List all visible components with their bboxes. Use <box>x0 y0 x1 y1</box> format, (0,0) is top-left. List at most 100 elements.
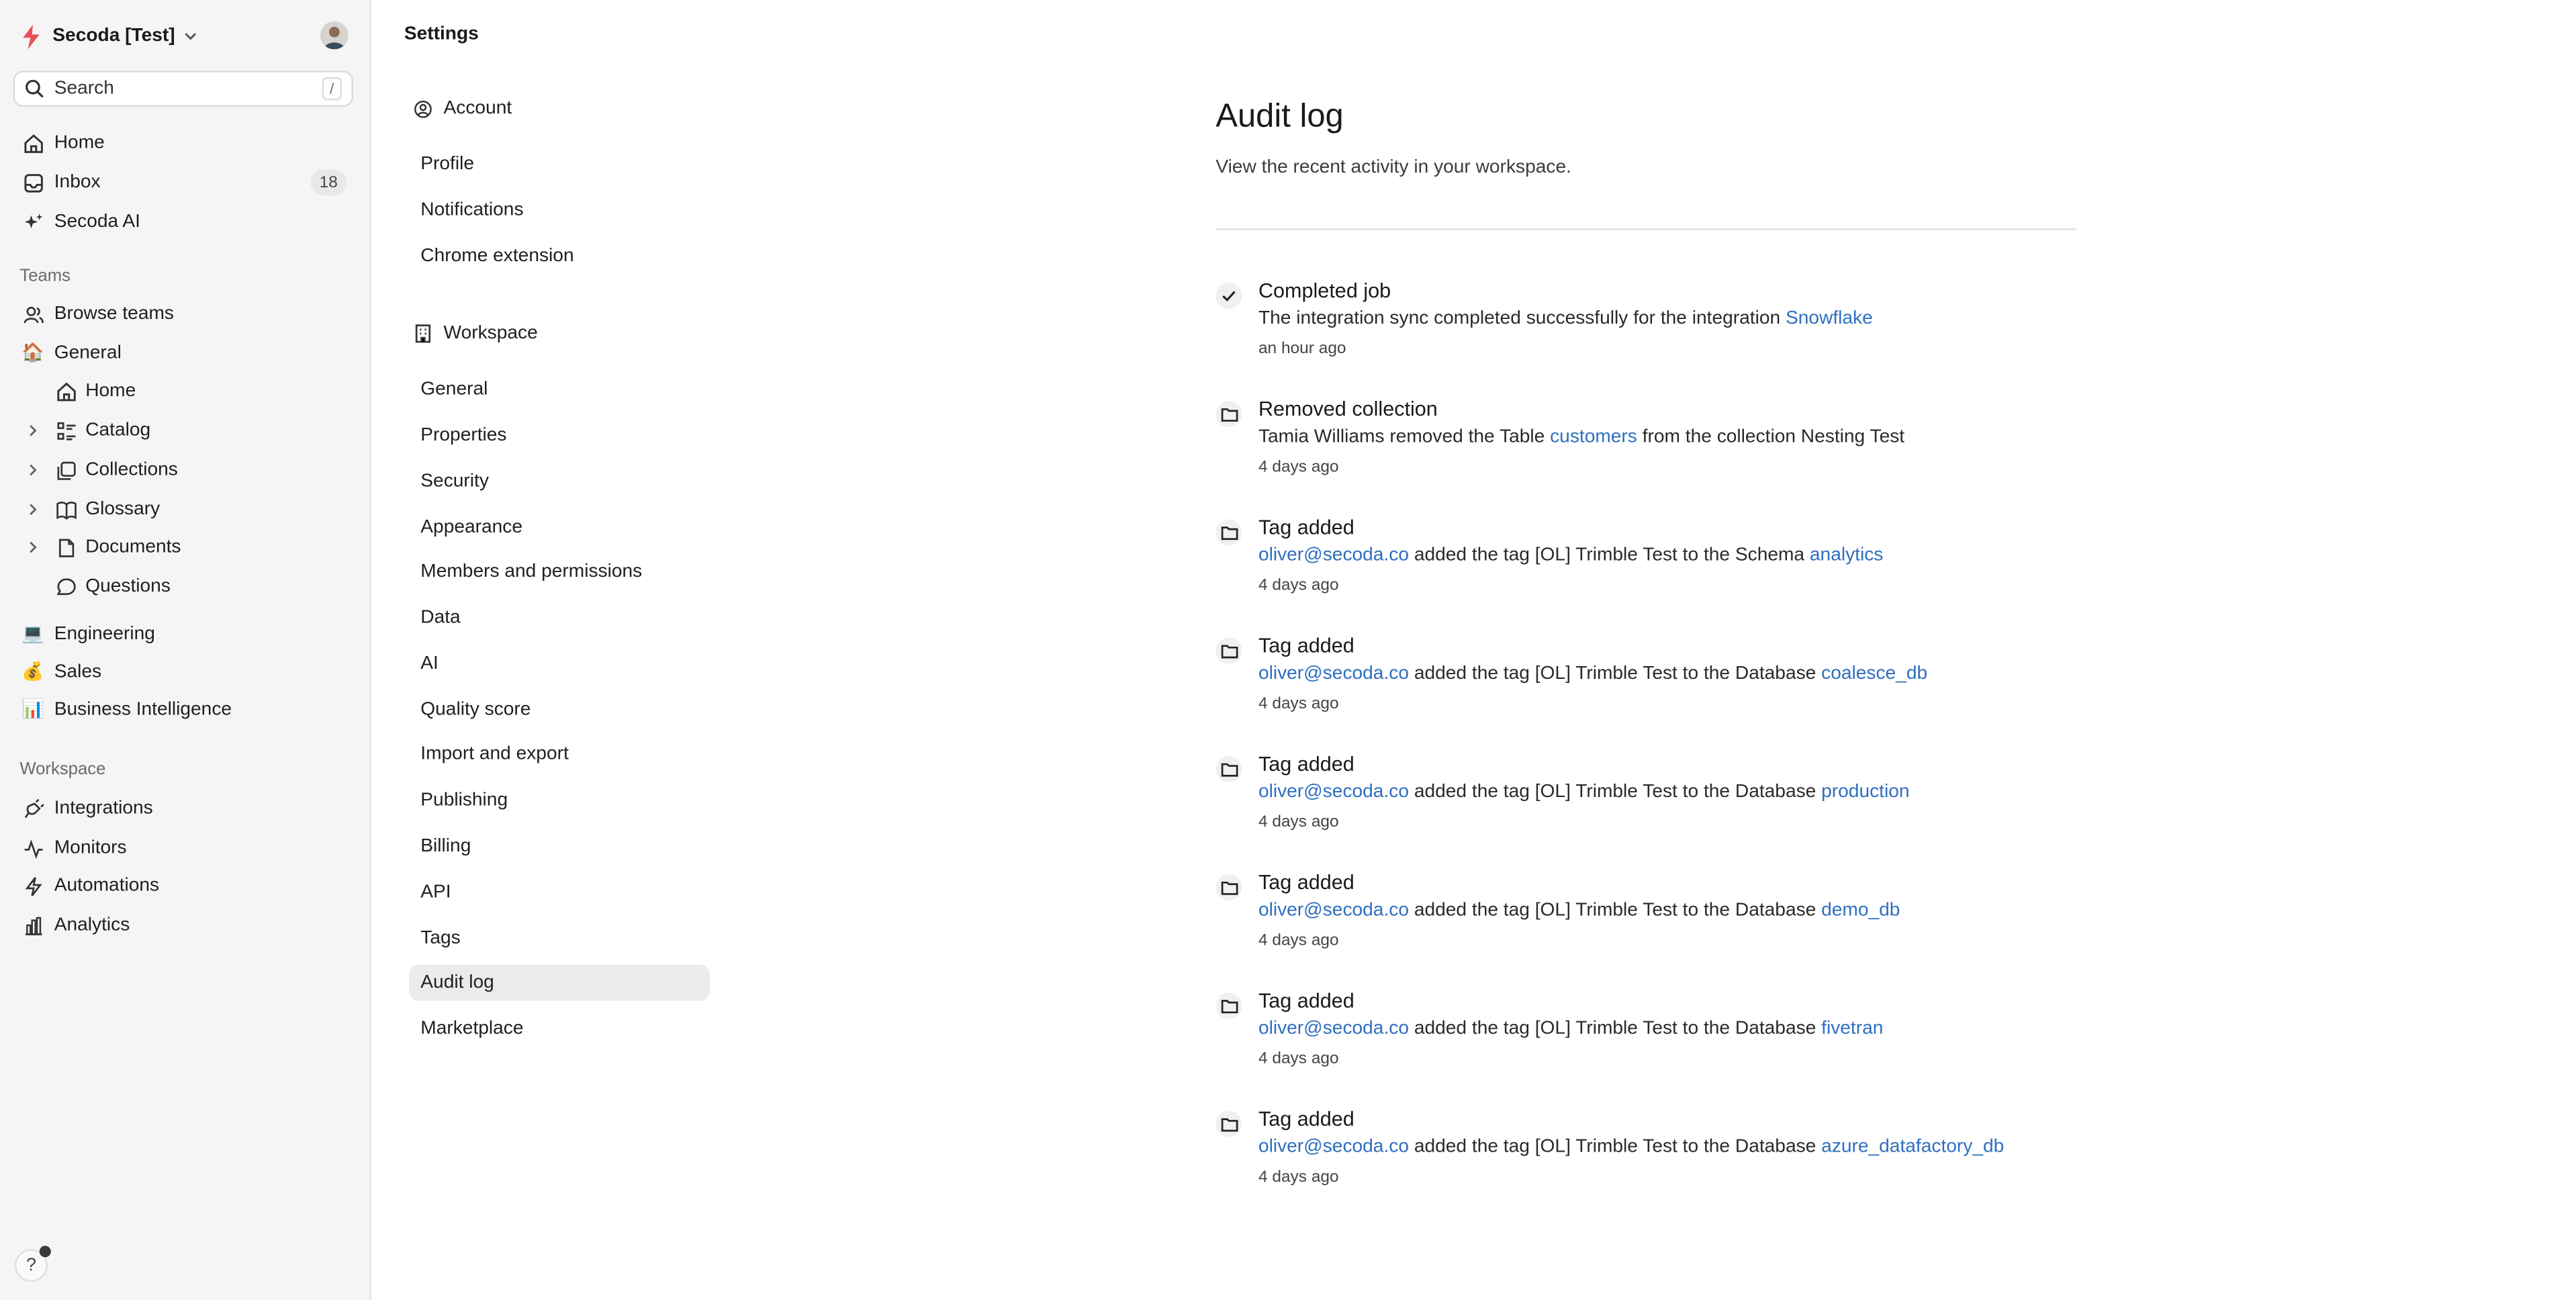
actor-link[interactable]: oliver@secoda.co <box>1258 1138 1409 1157</box>
question-bubble-icon <box>54 575 77 598</box>
lightning-icon <box>21 874 44 897</box>
settings-quality-score-label: Quality score <box>420 700 531 721</box>
workspace-heading: Workspace <box>19 759 106 780</box>
settings-chrome-extension[interactable]: Chrome extension <box>409 238 710 275</box>
audit-entry-title: Completed job <box>1258 279 1391 303</box>
actor-link[interactable]: oliver@secoda.co <box>1258 782 1409 802</box>
nav-monitors[interactable]: Monitors <box>13 831 352 864</box>
settings-publishing[interactable]: Publishing <box>409 782 710 819</box>
settings-tags[interactable]: Tags <box>409 921 710 957</box>
settings-ai[interactable]: AI <box>409 646 710 682</box>
description-text-after: from the collection Nesting Test <box>1637 427 1905 447</box>
nav-home[interactable]: Home <box>13 126 352 159</box>
settings-import-export-label: Import and export <box>420 744 569 765</box>
settings-security[interactable]: Security <box>409 463 710 500</box>
settings-billing[interactable]: Billing <box>409 829 710 865</box>
nav-automations-label: Automations <box>54 876 160 896</box>
divider <box>1215 228 2077 230</box>
chevron-right-icon[interactable] <box>25 539 41 555</box>
general-collections-label: Collections <box>85 460 178 480</box>
actor-link[interactable]: oliver@secoda.co <box>1258 900 1409 920</box>
settings-marketplace[interactable]: Marketplace <box>409 1011 710 1047</box>
actor-link[interactable]: oliver@secoda.co <box>1258 1019 1409 1038</box>
settings-notifications[interactable]: Notifications <box>409 192 710 228</box>
folder-icon <box>1215 874 1242 901</box>
nav-secoda-ai[interactable]: Secoda AI <box>13 205 352 238</box>
sidebar: Secoda [Test] Search / Home Inbox 18 Sec… <box>0 0 371 1300</box>
settings-profile[interactable]: Profile <box>409 146 710 183</box>
general-collections[interactable]: Collections <box>13 454 352 487</box>
audit-entry-description: oliver@secoda.co added the tag [OL] Trim… <box>1258 664 1927 684</box>
description-text: Tamia Williams removed the Table <box>1258 427 1551 447</box>
chevron-right-icon[interactable] <box>25 501 41 517</box>
nav-analytics[interactable]: Analytics <box>13 909 352 941</box>
settings-properties[interactable]: Properties <box>409 418 710 454</box>
general-documents[interactable]: Documents <box>13 531 352 564</box>
audit-entry: Removed collection Tamia Williams remove… <box>1215 398 2135 496</box>
actor-link[interactable]: oliver@secoda.co <box>1258 546 1409 565</box>
description-text: added the tag [OL] Trimble Test to the D… <box>1409 1019 1822 1039</box>
settings-members-and-permissions[interactable]: Members and permissions <box>409 554 710 590</box>
entity-link[interactable]: Snowflake <box>1786 309 1873 328</box>
team-sales[interactable]: 💰 Sales <box>13 656 352 689</box>
settings-publishing-label: Publishing <box>420 790 508 810</box>
general-catalog[interactable]: Catalog <box>13 414 352 447</box>
settings-import-and-export[interactable]: Import and export <box>409 736 710 772</box>
settings-properties-label: Properties <box>420 425 507 446</box>
nav-browse-teams[interactable]: Browse teams <box>13 297 352 330</box>
general-documents-label: Documents <box>85 537 181 557</box>
secoda-logo-icon <box>19 23 42 49</box>
inbox-icon <box>21 171 44 194</box>
entity-link[interactable]: production <box>1821 782 1909 802</box>
settings-data[interactable]: Data <box>409 600 710 636</box>
user-avatar[interactable] <box>320 21 349 50</box>
home-icon <box>54 379 77 402</box>
entity-link[interactable]: customers <box>1550 427 1637 447</box>
audit-entry: Tag added oliver@secoda.co added the tag… <box>1215 1108 2135 1207</box>
team-business-intelligence[interactable]: 📊 Business Intelligence <box>13 694 352 727</box>
general-questions-label: Questions <box>85 577 171 597</box>
general-home-label: Home <box>85 381 136 402</box>
team-general[interactable]: 🏠 General <box>13 337 352 370</box>
settings-appearance[interactable]: Appearance <box>409 510 710 546</box>
actor-link[interactable]: oliver@secoda.co <box>1258 664 1409 684</box>
nav-automations[interactable]: Automations <box>13 870 352 902</box>
nav-integrations[interactable]: Integrations <box>13 792 352 825</box>
settings-audit-log[interactable]: Audit log <box>409 964 710 1001</box>
team-engineering[interactable]: 💻 Engineering <box>13 618 352 651</box>
settings-general-label: General <box>420 379 488 400</box>
money-bag-emoji-icon: 💰 <box>21 662 44 682</box>
folder-icon <box>1215 1111 1242 1138</box>
description-text: added the tag [OL] Trimble Test to the D… <box>1409 1137 1822 1158</box>
nav-secoda-ai-label: Secoda AI <box>54 212 141 232</box>
settings-general[interactable]: General <box>409 371 710 408</box>
users-icon <box>21 302 44 325</box>
folder-icon <box>1215 401 1242 428</box>
audit-entry-time: an hour ago <box>1258 340 1346 359</box>
team-business-intelligence-label: Business Intelligence <box>54 700 232 721</box>
settings-marketplace-label: Marketplace <box>420 1019 524 1039</box>
entity-link[interactable]: fivetran <box>1821 1019 1883 1038</box>
page-title: Settings <box>404 24 479 45</box>
nav-inbox[interactable]: Inbox 18 <box>13 166 352 199</box>
settings-security-label: Security <box>420 471 489 492</box>
folder-icon <box>1215 519 1242 546</box>
chevron-right-icon[interactable] <box>25 462 41 478</box>
entity-link[interactable]: azure_datafactory_db <box>1821 1138 2004 1157</box>
general-home[interactable]: Home <box>13 375 352 408</box>
settings-quality-score[interactable]: Quality score <box>409 692 710 728</box>
team-sales-label: Sales <box>54 662 102 682</box>
document-icon <box>54 536 77 559</box>
settings-api[interactable]: API <box>409 874 710 911</box>
entity-link[interactable]: demo_db <box>1821 900 1900 920</box>
workspace-switcher[interactable]: Secoda [Test] <box>19 19 198 52</box>
building-icon <box>415 324 431 343</box>
laptop-emoji-icon: 💻 <box>21 624 44 645</box>
chevron-right-icon[interactable] <box>25 422 41 438</box>
general-glossary[interactable]: Glossary <box>13 493 352 526</box>
entity-link[interactable]: analytics <box>1810 546 1883 565</box>
general-questions[interactable]: Questions <box>13 570 352 603</box>
entity-link[interactable]: coalesce_db <box>1821 664 1927 684</box>
audit-entry-time: 4 days ago <box>1258 931 1339 950</box>
search-input[interactable]: Search / <box>13 71 353 107</box>
